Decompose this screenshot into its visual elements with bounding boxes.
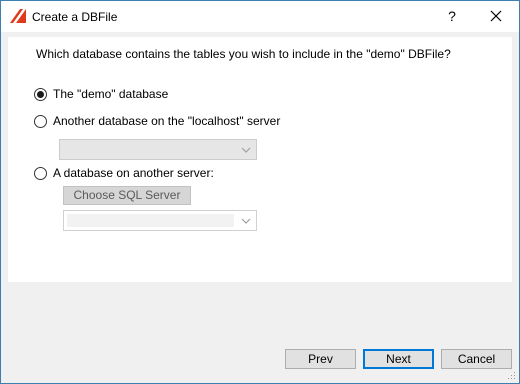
- app-logo-icon: [10, 9, 26, 23]
- window-title: Create a DBFile: [32, 10, 118, 24]
- cancel-button[interactable]: Cancel: [441, 349, 512, 369]
- remote-database-select-value: [67, 214, 234, 227]
- radio-localhost-database[interactable]: [34, 114, 47, 128]
- radio-other-server[interactable]: [34, 166, 47, 180]
- remote-database-select[interactable]: [63, 210, 257, 231]
- option-localhost-database-label: Another database on the "localhost" serv…: [53, 114, 281, 128]
- option-localhost-database[interactable]: Another database on the "localhost" serv…: [34, 113, 280, 129]
- option-demo-database[interactable]: The "demo" database: [34, 86, 168, 102]
- close-icon[interactable]: [485, 5, 507, 27]
- option-other-server-label: A database on another server:: [53, 166, 214, 180]
- chevron-down-icon: [241, 147, 251, 153]
- option-other-server[interactable]: A database on another server:: [34, 165, 214, 181]
- help-button[interactable]: ?: [441, 5, 463, 27]
- radio-demo-database[interactable]: [34, 87, 47, 101]
- chevron-down-icon: [241, 218, 251, 224]
- next-button[interactable]: Next: [363, 349, 434, 369]
- resize-grip-icon[interactable]: [506, 370, 516, 380]
- choose-sql-server-button[interactable]: Choose SQL Server: [63, 186, 191, 205]
- localhost-database-select[interactable]: [59, 139, 257, 160]
- dialog-window: Create a DBFile ? Which database contain…: [0, 0, 520, 384]
- question-text: Which database contains the tables you w…: [36, 47, 451, 61]
- prev-button[interactable]: Prev: [285, 349, 356, 369]
- option-demo-database-label: The "demo" database: [53, 87, 169, 101]
- title-bar: Create a DBFile ?: [1, 1, 519, 32]
- content-panel: Which database contains the tables you w…: [8, 37, 512, 282]
